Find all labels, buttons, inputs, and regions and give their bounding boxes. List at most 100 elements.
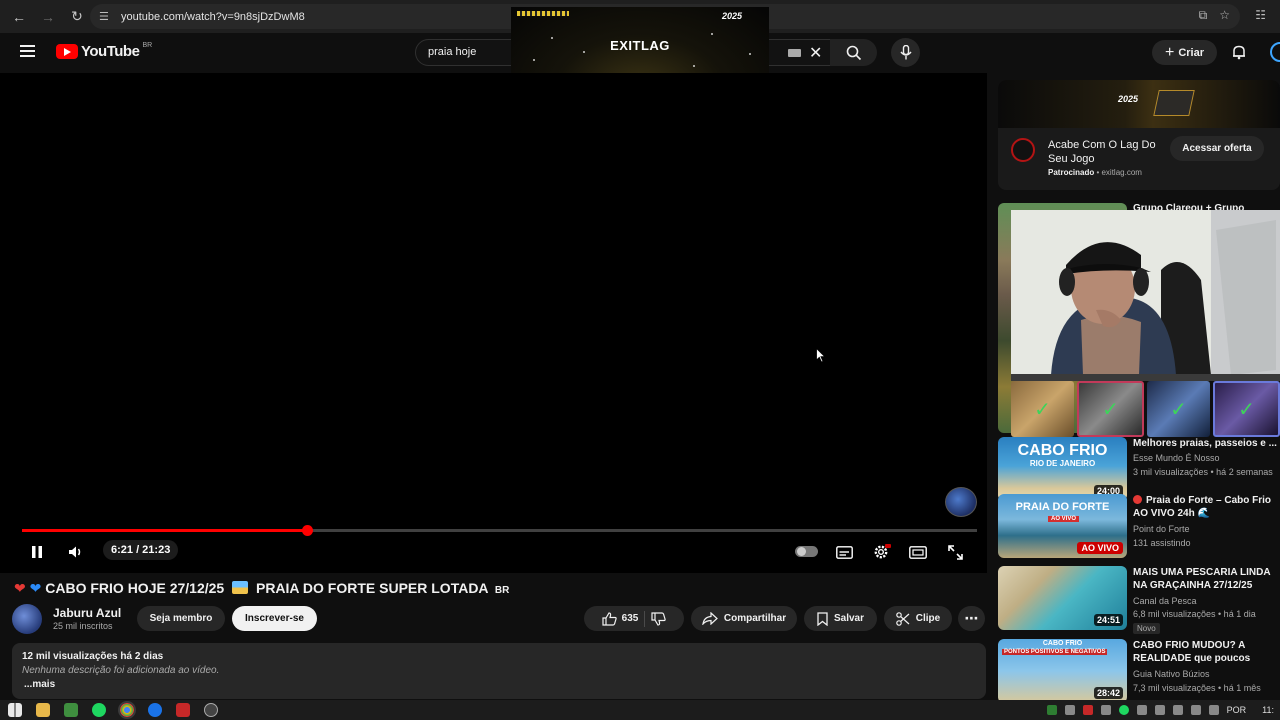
- subscribe-label: Inscrever-se: [245, 613, 304, 624]
- theater-mode-button[interactable]: [908, 543, 928, 561]
- recommendation-title[interactable]: Praia do Forte – Cabo Frio AO VIVO 24h 🌊: [1133, 494, 1280, 520]
- news-app-icon[interactable]: [176, 703, 190, 717]
- share-button[interactable]: Compartilhar: [691, 606, 797, 631]
- recommendation-thumbnail[interactable]: 24:51: [998, 566, 1127, 630]
- more-actions-button[interactable]: ⋯: [958, 606, 985, 631]
- pause-button[interactable]: [28, 543, 46, 561]
- bookmark-star-icon[interactable]: ☆: [1219, 8, 1230, 23]
- channel-watermark[interactable]: [945, 487, 977, 517]
- search-query[interactable]: praia hoje: [428, 46, 476, 58]
- subscribe-button[interactable]: Inscrever-se: [232, 606, 317, 631]
- tray-app-icon[interactable]: [1100, 705, 1111, 715]
- recommendation-channel[interactable]: Point do Forte: [1133, 524, 1190, 534]
- ad-cta-button[interactable]: Acessar oferta: [1170, 136, 1264, 161]
- show-more-link[interactable]: ...mais: [24, 679, 55, 690]
- create-button[interactable]: + Criar: [1152, 40, 1217, 65]
- recommendation-item[interactable]: CABO FRIO PONTOS POSITIVOS E NEGATIVOS 2…: [998, 639, 1280, 703]
- steam-icon[interactable]: [204, 703, 218, 717]
- views-and-date: 12 mil visualizações há 2 dias: [22, 651, 164, 662]
- recommendation-title[interactable]: Melhores praias, passeios e ...: [1133, 437, 1280, 450]
- dislike-button[interactable]: [651, 611, 667, 626]
- recommendation-thumbnail[interactable]: CABO FRIO RIO DE JANEIRO 24:00: [998, 437, 1127, 501]
- back-icon[interactable]: ←: [6, 4, 32, 30]
- windows-start-icon[interactable]: [8, 703, 22, 717]
- recommendation-title[interactable]: CABO FRIO MUDOU? A REALIDADE que poucos …: [1133, 639, 1280, 665]
- channel-avatar[interactable]: [12, 604, 42, 634]
- side-panel-icon[interactable]: ☷: [1255, 8, 1266, 22]
- save-button[interactable]: Salvar: [804, 606, 877, 631]
- chrome-icon[interactable]: [118, 701, 136, 719]
- progress-bar[interactable]: [22, 525, 977, 536]
- voice-search-button[interactable]: [891, 38, 920, 67]
- input-language[interactable]: POR: [1227, 705, 1247, 715]
- ad-banner-image[interactable]: 2025: [998, 80, 1280, 128]
- recommendation-thumbnail[interactable]: PRAIA DO FORTE AO VIVO AO VIVO: [998, 494, 1127, 558]
- like-dislike-group: 635: [584, 606, 684, 631]
- recommendation-item[interactable]: 24:51 MAIS UMA PESCARIA LINDA NA GRAÇAIN…: [998, 566, 1280, 634]
- xbox-app-icon[interactable]: [64, 703, 78, 717]
- youtube-logo[interactable]: YouTube BR: [56, 42, 152, 60]
- recommendation-thumbnail[interactable]: CABO FRIO PONTOS POSITIVOS E NEGATIVOS 2…: [998, 639, 1127, 703]
- join-button[interactable]: Seja membro: [137, 606, 225, 631]
- settings-button[interactable]: [871, 543, 893, 561]
- badge-tile: ✓: [1011, 381, 1074, 437]
- site-info-icon[interactable]: ☰: [99, 10, 117, 23]
- video-title-suffix: BR: [494, 585, 510, 596]
- spotify-icon[interactable]: [92, 703, 106, 717]
- recommendation-item[interactable]: PRAIA DO FORTE AO VIVO AO VIVO Praia do …: [998, 494, 1280, 558]
- autoplay-toggle[interactable]: [795, 546, 818, 557]
- description-box[interactable]: 12 mil visualizações há 2 dias Nenhuma d…: [12, 643, 986, 699]
- recommendation-channel[interactable]: Canal da Pesca: [1133, 596, 1197, 606]
- keyboard-icon[interactable]: [788, 49, 801, 57]
- tray-app-icon[interactable]: [1136, 705, 1147, 715]
- app-icon[interactable]: [148, 703, 162, 717]
- video-player[interactable]: 6:21 / 21:23: [0, 73, 987, 573]
- recommendation-channel[interactable]: Guia Nativo Búzios: [1133, 669, 1210, 679]
- recommendation-title[interactable]: MAIS UMA PESCARIA LINDA NA GRAÇAINHA 27/…: [1133, 566, 1280, 592]
- menu-icon[interactable]: [20, 45, 35, 60]
- thumbnail-caption: CABO FRIO: [1042, 640, 1083, 647]
- ad-advertiser-logo[interactable]: [1011, 138, 1035, 162]
- create-label: Criar: [1178, 46, 1205, 59]
- tray-app-icon[interactable]: [1082, 705, 1093, 715]
- channel-name[interactable]: Jaburu Azul: [53, 606, 121, 620]
- battery-icon[interactable]: [1172, 705, 1183, 715]
- fullscreen-button[interactable]: [945, 543, 965, 561]
- clear-search-icon[interactable]: ✕: [809, 43, 822, 63]
- file-explorer-icon[interactable]: [36, 703, 50, 717]
- system-tray: POR 11:: [1046, 700, 1280, 720]
- volume-icon: [69, 546, 81, 558]
- recommendation-meta: 6,8 mil visualizações • há 1 dia: [1133, 609, 1256, 619]
- notifications-bell-icon[interactable]: [1231, 44, 1247, 65]
- save-label: Salvar: [833, 613, 865, 624]
- volume-icon[interactable]: [1208, 705, 1219, 715]
- like-button[interactable]: 635: [602, 611, 638, 626]
- volume-button[interactable]: [66, 543, 86, 561]
- exitlag-overlay-ad[interactable]: 2025 EXITLAG ...: [511, 7, 769, 81]
- tray-app-icon[interactable]: [1064, 705, 1075, 715]
- subtitles-button[interactable]: [834, 543, 854, 561]
- recommendation-channel[interactable]: Esse Mundo É Nosso: [1133, 453, 1220, 463]
- progress-played: [22, 529, 307, 532]
- tray-spotify-icon[interactable]: [1118, 705, 1129, 715]
- clock[interactable]: 11:: [1262, 705, 1274, 715]
- forward-icon[interactable]: →: [35, 4, 61, 30]
- account-avatar[interactable]: [1270, 42, 1280, 62]
- tray-app-icon[interactable]: [1046, 705, 1057, 715]
- fullscreen-icon: [947, 544, 963, 560]
- sidebar-ad-card[interactable]: 2025 Acabe Com O Lag Do Seu Jogo Patroci…: [998, 80, 1280, 190]
- search-button[interactable]: [830, 39, 877, 66]
- url-text[interactable]: youtube.com/watch?v=9n8sjDzDwM8: [121, 11, 305, 23]
- scrubber-handle[interactable]: [301, 525, 313, 536]
- install-app-icon[interactable]: ⧉: [1199, 8, 1208, 23]
- microphone-icon[interactable]: [1154, 705, 1165, 715]
- recommendation-item[interactable]: CABO FRIO RIO DE JANEIRO 24:00 Melhores …: [998, 437, 1280, 501]
- share-label: Compartilhar: [723, 613, 787, 624]
- ad-title[interactable]: Acabe Com O Lag Do Seu Jogo: [1048, 138, 1168, 166]
- laptop-graphic: [1153, 90, 1195, 116]
- thumbnail-subcaption: PONTOS POSITIVOS E NEGATIVOS: [1002, 649, 1108, 655]
- subtitles-icon: [835, 545, 853, 559]
- network-icon[interactable]: [1190, 705, 1201, 715]
- clip-button[interactable]: Clipe: [884, 606, 952, 631]
- reload-icon[interactable]: ↻: [64, 4, 90, 30]
